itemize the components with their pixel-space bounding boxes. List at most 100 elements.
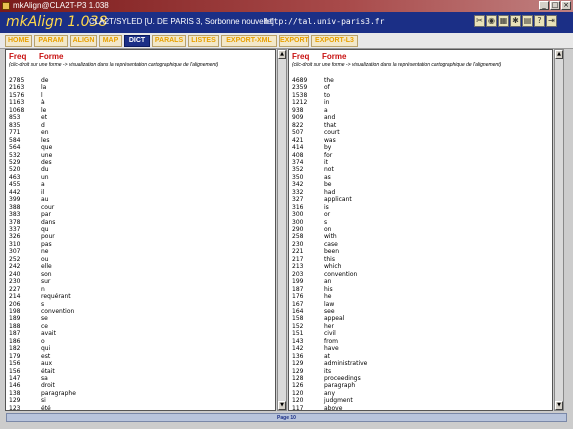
dictionary-row[interactable]: 300 or bbox=[292, 211, 330, 218]
word-form[interactable]: been bbox=[324, 248, 339, 255]
dictionary-row[interactable]: 146 droit bbox=[9, 382, 55, 389]
dictionary-row[interactable]: 4689 the bbox=[292, 77, 334, 84]
dictionary-row[interactable]: 129 its bbox=[292, 368, 331, 375]
word-form[interactable]: n bbox=[41, 286, 45, 293]
site-url[interactable]: http://tal.univ-paris3.fr bbox=[264, 17, 384, 26]
word-form[interactable]: est bbox=[41, 353, 50, 360]
word-form[interactable]: que bbox=[41, 144, 52, 151]
word-form[interactable]: le bbox=[41, 107, 46, 114]
word-form[interactable]: requérant bbox=[41, 293, 71, 300]
dictionary-row[interactable]: 158 appeal bbox=[292, 315, 344, 322]
word-form[interactable]: administrative bbox=[324, 360, 367, 367]
english-dictionary-panel[interactable]: Freq Forme (clic-droit sur une forme -> … bbox=[288, 49, 553, 411]
dictionary-row[interactable]: 156 aux bbox=[9, 360, 52, 367]
word-form[interactable]: or bbox=[324, 211, 330, 218]
scroll-up-icon[interactable]: ▲ bbox=[278, 50, 286, 59]
dictionary-row[interactable]: 388 cour bbox=[9, 204, 54, 211]
dictionary-row[interactable]: 532 une bbox=[9, 152, 52, 159]
word-form[interactable]: du bbox=[41, 166, 49, 173]
dictionary-row[interactable]: 327 applicant bbox=[292, 196, 352, 203]
dictionary-row[interactable]: 213 which bbox=[292, 263, 341, 270]
word-form[interactable]: on bbox=[324, 226, 331, 233]
dictionary-row[interactable]: 1163 à bbox=[9, 99, 45, 106]
word-form[interactable]: aux bbox=[41, 360, 52, 367]
dictionary-row[interactable]: 421 was bbox=[292, 137, 336, 144]
word-form[interactable]: applicant bbox=[324, 196, 352, 203]
dictionary-row[interactable]: 520 du bbox=[9, 166, 49, 173]
word-form[interactable]: appeal bbox=[324, 315, 344, 322]
dictionary-row[interactable]: 909 and bbox=[292, 114, 335, 121]
dictionary-row[interactable]: 316 is bbox=[292, 204, 329, 211]
tab-listes[interactable]: LISTES bbox=[188, 35, 219, 47]
word-form[interactable]: any bbox=[324, 390, 335, 397]
word-form[interactable]: au bbox=[41, 196, 48, 203]
dictionary-row[interactable]: 117 above bbox=[292, 405, 342, 410]
word-form[interactable]: an bbox=[324, 278, 331, 285]
word-form[interactable]: sa bbox=[41, 375, 48, 382]
scissors-icon[interactable]: ✂ bbox=[474, 15, 485, 27]
dictionary-row[interactable]: 214 requérant bbox=[9, 293, 71, 300]
minimize-button[interactable]: _ bbox=[539, 1, 549, 10]
dictionary-row[interactable]: 240 son bbox=[9, 271, 52, 278]
word-form[interactable]: s bbox=[41, 301, 44, 308]
word-form[interactable]: et bbox=[41, 114, 47, 121]
dictionary-row[interactable]: 463 un bbox=[9, 174, 49, 181]
word-form[interactable]: l bbox=[41, 92, 43, 99]
word-form[interactable]: the bbox=[324, 77, 334, 84]
grid-icon[interactable]: ▦ bbox=[498, 15, 509, 27]
word-form[interactable]: see bbox=[324, 308, 335, 315]
word-form[interactable]: pour bbox=[41, 233, 55, 240]
dictionary-row[interactable]: 203 convention bbox=[292, 271, 357, 278]
tab-export-xml[interactable]: EXPORT-XML bbox=[221, 35, 277, 47]
dictionary-row[interactable]: 310 pas bbox=[9, 241, 52, 248]
word-form[interactable]: à bbox=[41, 99, 45, 106]
dictionary-row[interactable]: 408 for bbox=[292, 152, 332, 159]
dictionary-row[interactable]: 147 sa bbox=[9, 375, 48, 382]
word-form[interactable]: civil bbox=[324, 330, 336, 337]
dictionary-row[interactable]: 221 been bbox=[292, 248, 339, 255]
word-form[interactable]: convention bbox=[41, 308, 74, 315]
word-form[interactable]: pas bbox=[41, 241, 52, 248]
word-form[interactable]: be bbox=[324, 181, 332, 188]
word-form[interactable]: have bbox=[324, 345, 339, 352]
word-form[interactable]: from bbox=[324, 338, 338, 345]
dictionary-row[interactable]: 120 judgment bbox=[292, 397, 353, 404]
word-form[interactable]: in bbox=[324, 99, 329, 106]
dictionary-row[interactable]: 230 sur bbox=[9, 278, 50, 285]
dictionary-row[interactable]: 138 paragraphe bbox=[9, 390, 76, 397]
dictionary-row[interactable]: 507 court bbox=[292, 129, 340, 136]
dictionary-row[interactable]: 258 with bbox=[292, 233, 337, 240]
dictionary-row[interactable]: 342 be bbox=[292, 181, 332, 188]
word-form[interactable]: a bbox=[41, 181, 45, 188]
word-form[interactable]: of bbox=[324, 84, 330, 91]
dictionary-row[interactable]: 123 été bbox=[9, 405, 51, 410]
dictionary-row[interactable]: 128 proceedings bbox=[292, 375, 361, 382]
word-form[interactable]: at bbox=[324, 353, 330, 360]
word-form[interactable]: les bbox=[41, 137, 49, 144]
word-form[interactable]: that bbox=[324, 122, 336, 129]
dictionary-row[interactable]: 143 from bbox=[292, 338, 338, 345]
word-form[interactable]: which bbox=[324, 263, 341, 270]
dictionary-row[interactable]: 1576 l bbox=[9, 92, 43, 99]
right-scrollbar[interactable]: ▲ ▼ bbox=[554, 49, 564, 411]
dictionary-row[interactable]: 156 était bbox=[9, 368, 55, 375]
word-form[interactable]: convention bbox=[324, 271, 357, 278]
word-form[interactable]: and bbox=[324, 114, 335, 121]
dictionary-row[interactable]: 1212 in bbox=[292, 99, 329, 106]
window-titlebar[interactable]: mkAlign@CLA2T-P3 1.038 _ □ × bbox=[0, 0, 573, 12]
dictionary-row[interactable]: 2785 de bbox=[9, 77, 49, 84]
dictionary-row[interactable]: 242 elle bbox=[9, 263, 52, 270]
dictionary-row[interactable]: 126 paragraph bbox=[292, 382, 355, 389]
word-form[interactable]: sur bbox=[41, 278, 50, 285]
word-form[interactable]: for bbox=[324, 152, 332, 159]
word-form[interactable]: il bbox=[41, 189, 44, 196]
word-form[interactable]: si bbox=[41, 397, 46, 404]
dictionary-row[interactable]: 835 d bbox=[9, 122, 45, 129]
dictionary-row[interactable]: 227 n bbox=[9, 286, 45, 293]
dictionary-row[interactable]: 136 at bbox=[292, 353, 330, 360]
word-form[interactable]: elle bbox=[41, 263, 52, 270]
dictionary-row[interactable]: 300 s bbox=[292, 219, 327, 226]
word-form[interactable]: law bbox=[324, 301, 334, 308]
word-form[interactable]: de bbox=[41, 77, 49, 84]
dictionary-row[interactable]: 414 by bbox=[292, 144, 331, 151]
